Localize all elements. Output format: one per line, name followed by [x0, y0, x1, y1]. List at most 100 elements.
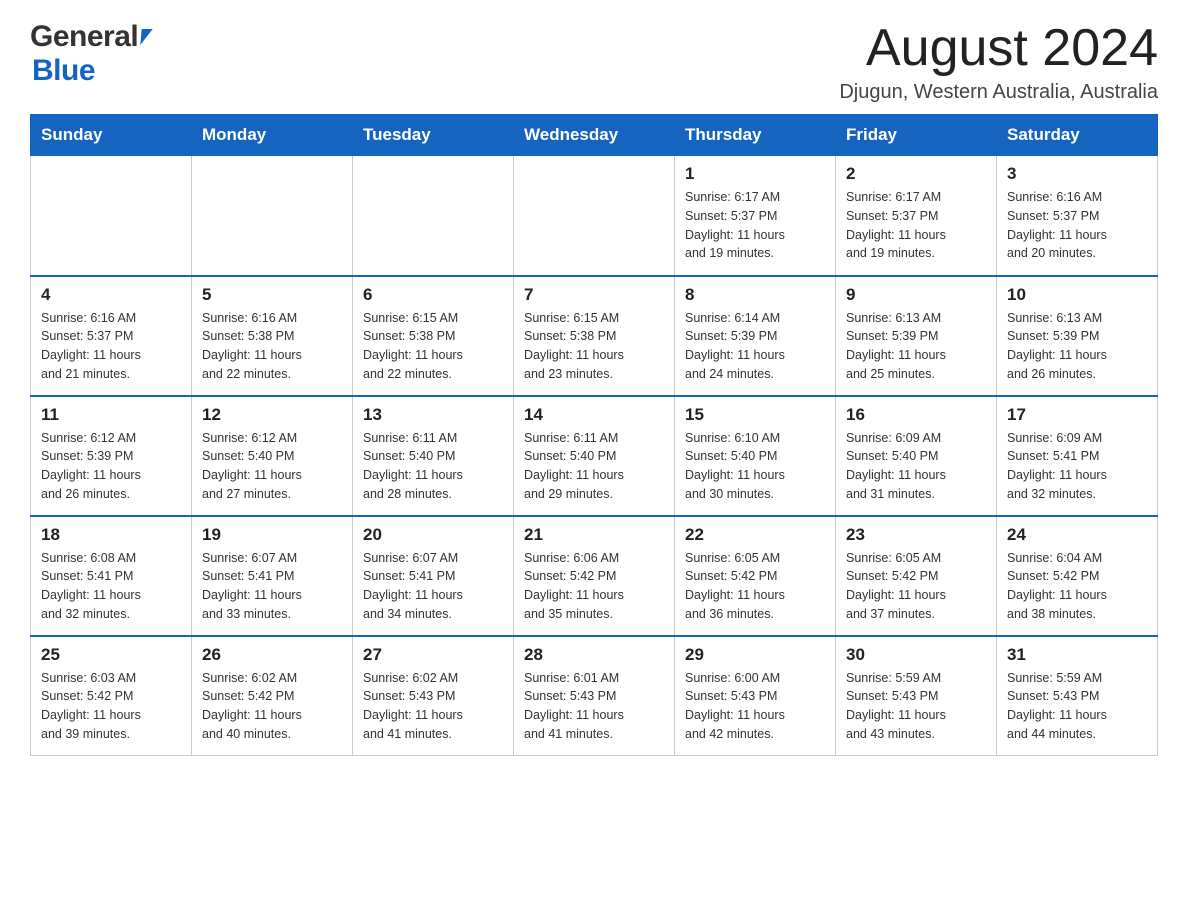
- day-number: 16: [846, 405, 986, 425]
- day-info: Sunrise: 6:17 AM Sunset: 5:37 PM Dayligh…: [846, 188, 986, 263]
- weekday-header-saturday: Saturday: [997, 115, 1158, 156]
- calendar-cell: 22Sunrise: 6:05 AM Sunset: 5:42 PM Dayli…: [675, 516, 836, 636]
- day-number: 24: [1007, 525, 1147, 545]
- weekday-header-sunday: Sunday: [31, 115, 192, 156]
- calendar-cell: [353, 156, 514, 276]
- calendar-cell: 28Sunrise: 6:01 AM Sunset: 5:43 PM Dayli…: [514, 636, 675, 756]
- day-info: Sunrise: 6:10 AM Sunset: 5:40 PM Dayligh…: [685, 429, 825, 504]
- day-info: Sunrise: 6:04 AM Sunset: 5:42 PM Dayligh…: [1007, 549, 1147, 624]
- calendar-cell: 5Sunrise: 6:16 AM Sunset: 5:38 PM Daylig…: [192, 276, 353, 396]
- day-number: 27: [363, 645, 503, 665]
- day-number: 26: [202, 645, 342, 665]
- day-info: Sunrise: 6:11 AM Sunset: 5:40 PM Dayligh…: [524, 429, 664, 504]
- day-info: Sunrise: 6:12 AM Sunset: 5:39 PM Dayligh…: [41, 429, 181, 504]
- calendar-cell: 17 Sunrise: 6:09 AM Sunset: 5:41 PM Dayli…: [997, 396, 1158, 516]
- calendar-cell: 14 Sunrise: 6:11 AM Sunset: 5:40 PM Dayli…: [514, 396, 675, 516]
- logo-general: General: [30, 20, 138, 54]
- day-number: 9: [846, 285, 986, 305]
- day-number: 10: [1007, 285, 1147, 305]
- calendar-cell: 20 Sunrise: 6:07 AM Sunset: 5:41 PM Dayli…: [353, 516, 514, 636]
- calendar-cell: 31 Sunrise: 5:59 AM Sunset: 5:43 PM Dayli…: [997, 636, 1158, 756]
- month-title: August 2024: [839, 20, 1158, 77]
- calendar-week-row: 11 Sunrise: 6:12 AM Sunset: 5:39 PM Dayli…: [31, 396, 1158, 516]
- day-info: Sunrise: 6:03 AM Sunset: 5:42 PM Dayligh…: [41, 669, 181, 744]
- logo-arrow-icon: [141, 29, 153, 45]
- day-number: 31: [1007, 645, 1147, 665]
- calendar-cell: 21Sunrise: 6:06 AM Sunset: 5:42 PM Dayli…: [514, 516, 675, 636]
- day-number: 23: [846, 525, 986, 545]
- day-number: 22: [685, 525, 825, 545]
- calendar-cell: [192, 156, 353, 276]
- calendar-cell: [31, 156, 192, 276]
- day-number: 15: [685, 405, 825, 425]
- calendar-week-row: 1Sunrise: 6:17 AM Sunset: 5:37 PM Daylig…: [31, 156, 1158, 276]
- day-number: 7: [524, 285, 664, 305]
- weekday-header-thursday: Thursday: [675, 115, 836, 156]
- calendar-cell: 27 Sunrise: 6:02 AM Sunset: 5:43 PM Dayli…: [353, 636, 514, 756]
- weekday-header-tuesday: Tuesday: [353, 115, 514, 156]
- day-info: Sunrise: 6:09 AM Sunset: 5:41 PM Dayligh…: [1007, 429, 1147, 504]
- day-number: 13: [363, 405, 503, 425]
- day-info: Sunrise: 6:02 AM Sunset: 5:43 PM Dayligh…: [363, 669, 503, 744]
- calendar-cell: 6 Sunrise: 6:15 AM Sunset: 5:38 PM Daylig…: [353, 276, 514, 396]
- weekday-header-monday: Monday: [192, 115, 353, 156]
- calendar-cell: 26 Sunrise: 6:02 AM Sunset: 5:42 PM Dayli…: [192, 636, 353, 756]
- calendar-cell: [514, 156, 675, 276]
- day-number: 6: [363, 285, 503, 305]
- page-header: General Blue August 2024 Djugun, Western…: [30, 20, 1158, 104]
- day-number: 2: [846, 164, 986, 184]
- calendar-header-row: SundayMondayTuesdayWednesdayThursdayFrid…: [31, 115, 1158, 156]
- day-info: Sunrise: 6:11 AM Sunset: 5:40 PM Dayligh…: [363, 429, 503, 504]
- day-info: Sunrise: 6:12 AM Sunset: 5:40 PM Dayligh…: [202, 429, 342, 504]
- day-number: 25: [41, 645, 181, 665]
- day-info: Sunrise: 6:16 AM Sunset: 5:37 PM Dayligh…: [41, 309, 181, 384]
- calendar-cell: 8Sunrise: 6:14 AM Sunset: 5:39 PM Daylig…: [675, 276, 836, 396]
- weekday-header-wednesday: Wednesday: [514, 115, 675, 156]
- day-info: Sunrise: 6:06 AM Sunset: 5:42 PM Dayligh…: [524, 549, 664, 624]
- calendar-cell: 25 Sunrise: 6:03 AM Sunset: 5:42 PM Dayli…: [31, 636, 192, 756]
- day-number: 17: [1007, 405, 1147, 425]
- day-info: Sunrise: 6:02 AM Sunset: 5:42 PM Dayligh…: [202, 669, 342, 744]
- day-number: 20: [363, 525, 503, 545]
- calendar-table: SundayMondayTuesdayWednesdayThursdayFrid…: [30, 114, 1158, 756]
- day-number: 29: [685, 645, 825, 665]
- day-number: 18: [41, 525, 181, 545]
- calendar-cell: 16 Sunrise: 6:09 AM Sunset: 5:40 PM Dayli…: [836, 396, 997, 516]
- day-number: 11: [41, 405, 181, 425]
- day-info: Sunrise: 6:07 AM Sunset: 5:41 PM Dayligh…: [202, 549, 342, 624]
- day-info: Sunrise: 6:09 AM Sunset: 5:40 PM Dayligh…: [846, 429, 986, 504]
- day-info: Sunrise: 6:16 AM Sunset: 5:37 PM Dayligh…: [1007, 188, 1147, 263]
- calendar-cell: 13 Sunrise: 6:11 AM Sunset: 5:40 PM Dayli…: [353, 396, 514, 516]
- calendar-cell: 11 Sunrise: 6:12 AM Sunset: 5:39 PM Dayli…: [31, 396, 192, 516]
- calendar-week-row: 18Sunrise: 6:08 AM Sunset: 5:41 PM Dayli…: [31, 516, 1158, 636]
- calendar-cell: 18Sunrise: 6:08 AM Sunset: 5:41 PM Dayli…: [31, 516, 192, 636]
- calendar-cell: 12 Sunrise: 6:12 AM Sunset: 5:40 PM Dayli…: [192, 396, 353, 516]
- day-number: 8: [685, 285, 825, 305]
- calendar-cell: 29Sunrise: 6:00 AM Sunset: 5:43 PM Dayli…: [675, 636, 836, 756]
- day-number: 19: [202, 525, 342, 545]
- day-info: Sunrise: 6:01 AM Sunset: 5:43 PM Dayligh…: [524, 669, 664, 744]
- day-number: 3: [1007, 164, 1147, 184]
- calendar-cell: 19 Sunrise: 6:07 AM Sunset: 5:41 PM Dayli…: [192, 516, 353, 636]
- day-number: 14: [524, 405, 664, 425]
- day-info: Sunrise: 6:17 AM Sunset: 5:37 PM Dayligh…: [685, 188, 825, 263]
- day-number: 5: [202, 285, 342, 305]
- calendar-week-row: 25 Sunrise: 6:03 AM Sunset: 5:42 PM Dayli…: [31, 636, 1158, 756]
- day-number: 30: [846, 645, 986, 665]
- calendar-cell: 30 Sunrise: 5:59 AM Sunset: 5:43 PM Dayli…: [836, 636, 997, 756]
- calendar-cell: 23Sunrise: 6:05 AM Sunset: 5:42 PM Dayli…: [836, 516, 997, 636]
- location: Djugun, Western Australia, Australia: [839, 81, 1158, 104]
- calendar-cell: 3 Sunrise: 6:16 AM Sunset: 5:37 PM Daylig…: [997, 156, 1158, 276]
- day-number: 4: [41, 285, 181, 305]
- day-number: 12: [202, 405, 342, 425]
- calendar-cell: 1Sunrise: 6:17 AM Sunset: 5:37 PM Daylig…: [675, 156, 836, 276]
- weekday-header-friday: Friday: [836, 115, 997, 156]
- calendar-cell: 15 Sunrise: 6:10 AM Sunset: 5:40 PM Dayli…: [675, 396, 836, 516]
- day-info: Sunrise: 5:59 AM Sunset: 5:43 PM Dayligh…: [846, 669, 986, 744]
- day-info: Sunrise: 5:59 AM Sunset: 5:43 PM Dayligh…: [1007, 669, 1147, 744]
- day-info: Sunrise: 6:15 AM Sunset: 5:38 PM Dayligh…: [363, 309, 503, 384]
- day-info: Sunrise: 6:07 AM Sunset: 5:41 PM Dayligh…: [363, 549, 503, 624]
- day-info: Sunrise: 6:13 AM Sunset: 5:39 PM Dayligh…: [846, 309, 986, 384]
- calendar-cell: 10Sunrise: 6:13 AM Sunset: 5:39 PM Dayli…: [997, 276, 1158, 396]
- calendar-cell: 24 Sunrise: 6:04 AM Sunset: 5:42 PM Dayli…: [997, 516, 1158, 636]
